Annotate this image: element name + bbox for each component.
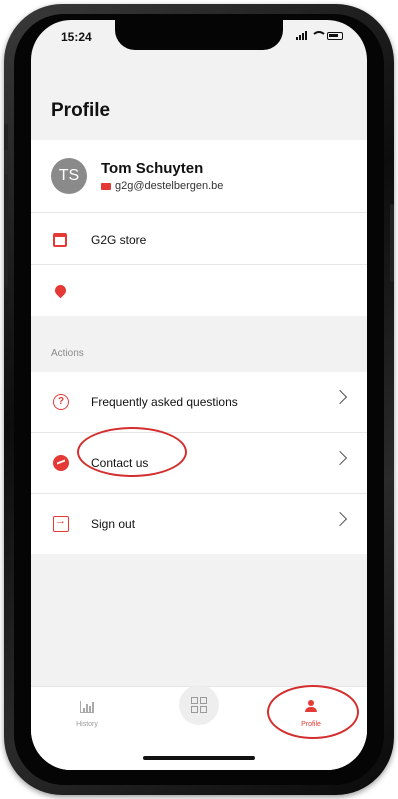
sign-out-row[interactable]: Sign out	[31, 494, 367, 554]
chevron-right-icon	[332, 450, 348, 466]
user-name: Tom Schuyten	[101, 160, 204, 177]
tab-profile-label: Profile	[301, 721, 321, 728]
battery-icon	[327, 31, 343, 40]
actions-card: ? Frequently asked questions Contact us …	[31, 372, 367, 554]
bar-chart-icon	[80, 701, 94, 713]
app-screen: 15:24 Profile TS Tom Schuyten g2g@destel…	[31, 20, 367, 770]
store-icon	[53, 233, 67, 247]
status-icons	[296, 31, 343, 40]
divider	[31, 212, 367, 213]
mute-switch	[4, 124, 8, 150]
location-pin-icon	[52, 282, 69, 298]
tab-history-label: History	[76, 721, 98, 728]
user-icon	[305, 700, 317, 712]
messenger-icon	[53, 455, 69, 471]
faq-row[interactable]: ? Frequently asked questions	[31, 372, 367, 432]
signal-icon	[296, 31, 307, 40]
home-indicator	[143, 756, 255, 760]
sign-out-icon	[53, 515, 69, 532]
faq-label: Frequently asked questions	[91, 395, 238, 409]
page-title: Profile	[51, 100, 111, 121]
sign-out-label: Sign out	[91, 517, 136, 531]
chevron-right-icon	[332, 389, 348, 405]
profile-card: TS Tom Schuyten g2g@destelbergen.be G2G …	[31, 140, 367, 316]
contact-us-label: Contact us	[91, 456, 149, 470]
notch	[115, 20, 283, 50]
user-email: g2g@destelbergen.be	[115, 180, 224, 192]
volume-down-button	[4, 236, 8, 288]
store-row: G2G store	[31, 218, 367, 262]
user-email-row: g2g@destelbergen.be	[101, 180, 223, 192]
tab-profile[interactable]: Profile	[281, 699, 341, 728]
qr-code-icon	[191, 697, 207, 713]
chevron-right-icon	[332, 511, 348, 527]
help-circle-icon: ?	[53, 394, 69, 410]
mail-icon	[101, 182, 111, 190]
qr-scan-button[interactable]	[179, 685, 219, 725]
tab-history[interactable]: History	[57, 699, 117, 728]
wifi-icon	[311, 31, 327, 40]
volume-up-button	[4, 174, 8, 226]
avatar: TS	[51, 158, 87, 194]
store-label: G2G store	[91, 233, 147, 247]
location-row	[31, 268, 367, 312]
divider	[31, 264, 367, 265]
status-time: 15:24	[61, 30, 92, 44]
power-button	[390, 204, 394, 282]
contact-us-row[interactable]: Contact us	[31, 433, 367, 493]
tab-bar: History Profile	[31, 685, 367, 770]
section-label-actions: Actions	[51, 348, 84, 359]
